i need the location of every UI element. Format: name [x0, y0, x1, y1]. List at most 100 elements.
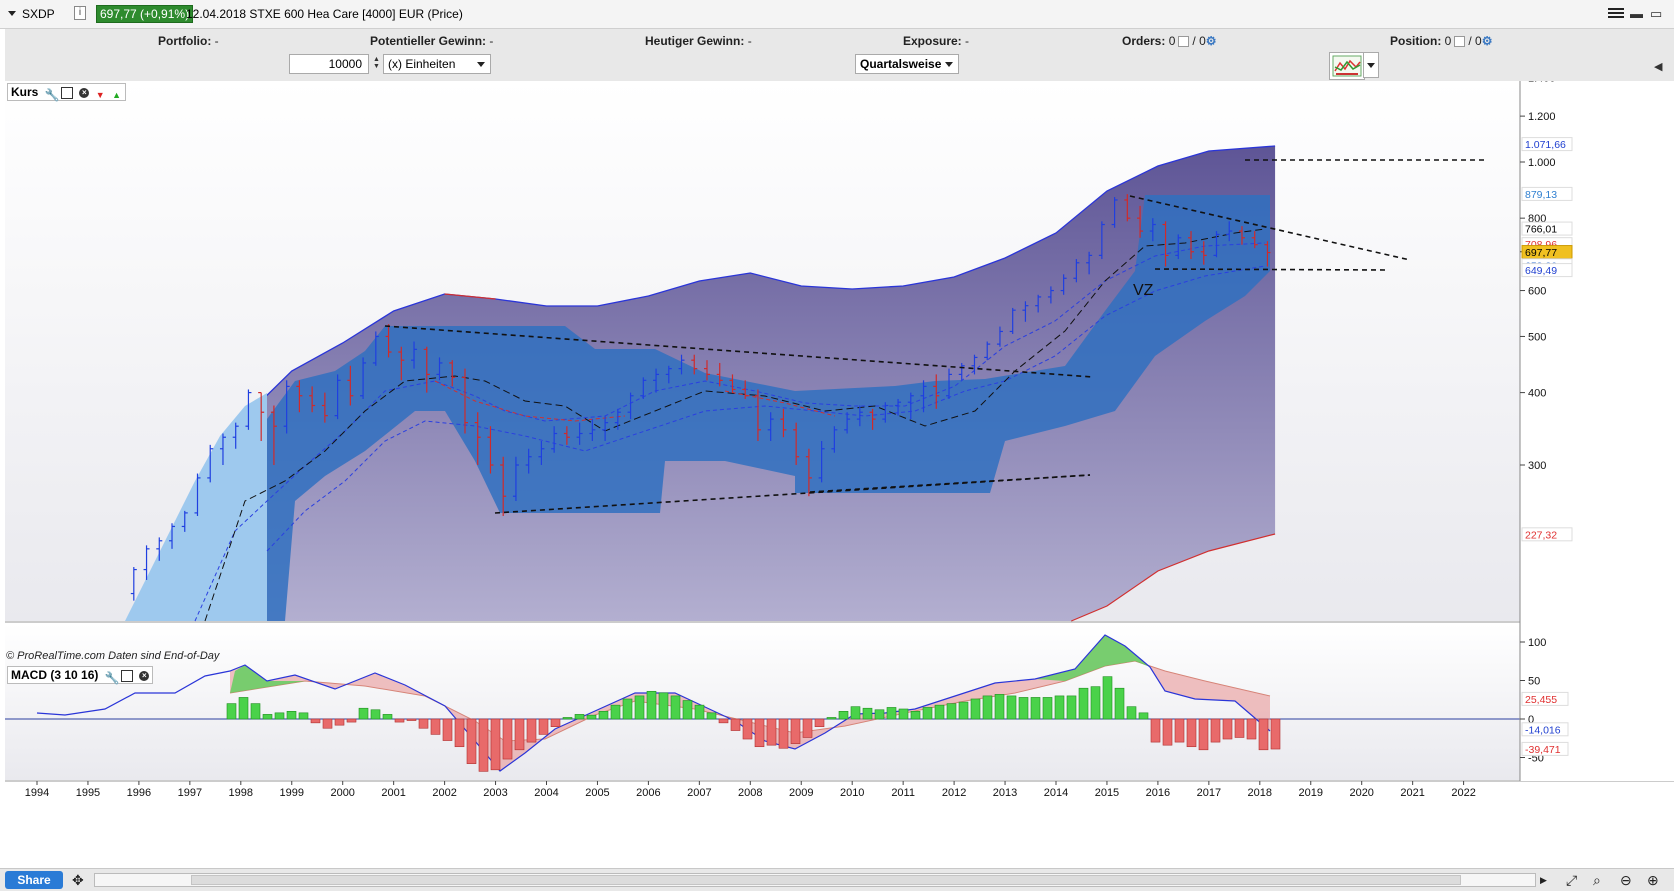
x-tick-label: 2006 [636, 787, 660, 799]
macd-histogram-bar [910, 710, 921, 720]
price-panel-title: Kurs [11, 85, 39, 99]
arrow-up-icon[interactable]: ▲ [112, 88, 122, 100]
macd-histogram-bar [706, 712, 717, 720]
macd-histogram-bar [862, 707, 873, 720]
macd-histogram-bar [1150, 718, 1161, 743]
scroll-right-icon[interactable]: ▶ [1540, 875, 1547, 886]
macd-histogram-bar [1186, 718, 1197, 748]
side-panel-toggle-icon[interactable]: ◀ [1654, 60, 1662, 73]
restore-icon[interactable]: ▭ [1650, 6, 1662, 22]
position-close-icon[interactable] [1454, 36, 1466, 48]
x-tick-label: 2016 [1146, 787, 1170, 799]
x-tick-label: 2002 [432, 787, 456, 799]
macd-histogram-bar [1222, 718, 1233, 740]
x-tick-label: 2008 [738, 787, 762, 799]
macd-histogram-bar [1054, 695, 1065, 720]
macd-histogram-bar [1078, 687, 1089, 720]
share-button[interactable]: Share [5, 871, 63, 889]
macd-histogram-bar [226, 703, 237, 720]
chevron-down-icon [945, 62, 953, 67]
macd-histogram-bar [238, 697, 249, 720]
macd-histogram-bar [1174, 718, 1185, 743]
x-tick-label: 2019 [1299, 787, 1323, 799]
y-tick-label: 300 [1528, 460, 1546, 472]
y-tick-label: 1.200 [1528, 111, 1556, 123]
macd-histogram-bar [514, 718, 525, 751]
macd-histogram-bar [874, 709, 885, 720]
window-icon[interactable] [61, 86, 74, 99]
indicator-menu-button[interactable] [1329, 52, 1365, 80]
price-plot-area: VZ [5, 81, 1520, 622]
macd-histogram-bar [1258, 718, 1269, 751]
quantity-stepper[interactable]: ▲ ▼ [373, 56, 380, 70]
zoom-fit-icon[interactable]: ⌕ [1593, 872, 1601, 889]
macd-histogram-bar [298, 712, 309, 720]
quantity-input[interactable]: 10000 [289, 54, 369, 74]
price-panel-label[interactable]: Kurs 🔧 × ▼ ▲ [7, 83, 127, 102]
cursor-mode-icon[interactable]: ✥ [72, 872, 84, 889]
horizontal-scrollbar[interactable] [94, 873, 1536, 887]
x-tick-label: 1997 [178, 787, 202, 799]
macd-histogram-bar [1138, 712, 1149, 720]
arrow-down-icon[interactable]: ▼ [96, 88, 106, 100]
macd-histogram-bar [982, 695, 993, 720]
vz-annotation: VZ [1133, 282, 1154, 299]
orders-stat[interactable]: Orders: 0/ 0⚙ [1122, 34, 1217, 48]
y-axis-background [1520, 81, 1674, 781]
macd-histogram-bar [790, 718, 801, 744]
position-gear-icon[interactable]: ⚙ [1482, 34, 1493, 48]
y-tick-label: 400 [1528, 388, 1546, 400]
day-gain-stat: Heutiger Gewinn: - [645, 34, 752, 48]
macd-histogram-bar [1090, 686, 1101, 720]
minimize-icon[interactable]: ▬ [1630, 6, 1643, 21]
portfolio-stat: Portfolio: - [158, 34, 219, 48]
macd-histogram-bar [562, 717, 573, 720]
chevron-down-icon [477, 62, 485, 67]
close-icon[interactable]: × [139, 670, 150, 681]
macd-histogram-bar [262, 714, 273, 720]
price-tag: 879,13 [1525, 189, 1557, 201]
orders-close-icon[interactable] [1178, 36, 1190, 48]
data-credit: © ProRealTime.com Daten sind End-of-Day [6, 650, 220, 662]
macd-histogram-bar [886, 707, 897, 720]
macd-panel-label[interactable]: MACD (3 10 16) 🔧 × [7, 666, 154, 685]
indicator-menu-dropdown[interactable] [1363, 52, 1379, 78]
macd-histogram-bar [442, 718, 453, 741]
symbol-dropdown-icon[interactable] [8, 11, 16, 16]
macd-value-tag: 25,455 [1525, 694, 1557, 706]
orders-gear-icon[interactable]: ⚙ [1206, 34, 1217, 48]
macd-histogram-bar [358, 707, 369, 720]
position-stat[interactable]: Position: 0/ 0⚙ [1390, 34, 1493, 48]
macd-histogram-bar [766, 718, 777, 746]
info-icon[interactable]: i [74, 6, 86, 20]
macd-histogram-bar [550, 718, 561, 727]
close-icon[interactable]: × [79, 87, 90, 98]
x-tick-label: 2011 [891, 787, 915, 799]
macd-histogram-bar [1270, 718, 1281, 750]
macd-histogram-bar [850, 706, 861, 720]
zoom-out-icon[interactable]: ⊖ [1620, 872, 1632, 889]
wrench-icon[interactable]: 🔧 [105, 671, 120, 685]
scrollbar-thumb[interactable] [191, 875, 1461, 885]
price-chart[interactable]: VZ 1.4001.2001.0008007006005004003001.07… [5, 81, 1674, 866]
zoom-in-icon[interactable]: ⊕ [1647, 872, 1659, 889]
window-icon[interactable] [121, 669, 134, 682]
account-stats-bar: Portfolio: - Potentieller Gewinn: - Heut… [5, 29, 1674, 52]
symbol-name[interactable]: SXDP [22, 7, 55, 21]
macd-histogram-bar [586, 714, 597, 720]
unit-select[interactable]: (x) Einheiten [383, 54, 491, 74]
macd-histogram-bar [646, 690, 657, 720]
macd-value-tag: -39,471 [1525, 744, 1561, 756]
period-select[interactable]: Quartalsweise [855, 54, 959, 74]
macd-histogram-bar [994, 694, 1005, 720]
macd-y-tick-label: 100 [1528, 637, 1546, 649]
y-tick-label: 1.000 [1528, 157, 1556, 169]
expand-icon[interactable]: ⤢ [1566, 872, 1577, 889]
price-tag: 766,01 [1525, 224, 1557, 236]
macd-histogram-bar [670, 695, 681, 720]
instrument-title: 12.04.2018 STXE 600 Hea Care [4000] EUR … [186, 7, 463, 21]
share-label: Share [17, 873, 51, 887]
wrench-icon[interactable]: 🔧 [45, 88, 60, 102]
macd-histogram-bar [1066, 695, 1077, 720]
keyboard-menu-icon[interactable] [1608, 8, 1624, 20]
